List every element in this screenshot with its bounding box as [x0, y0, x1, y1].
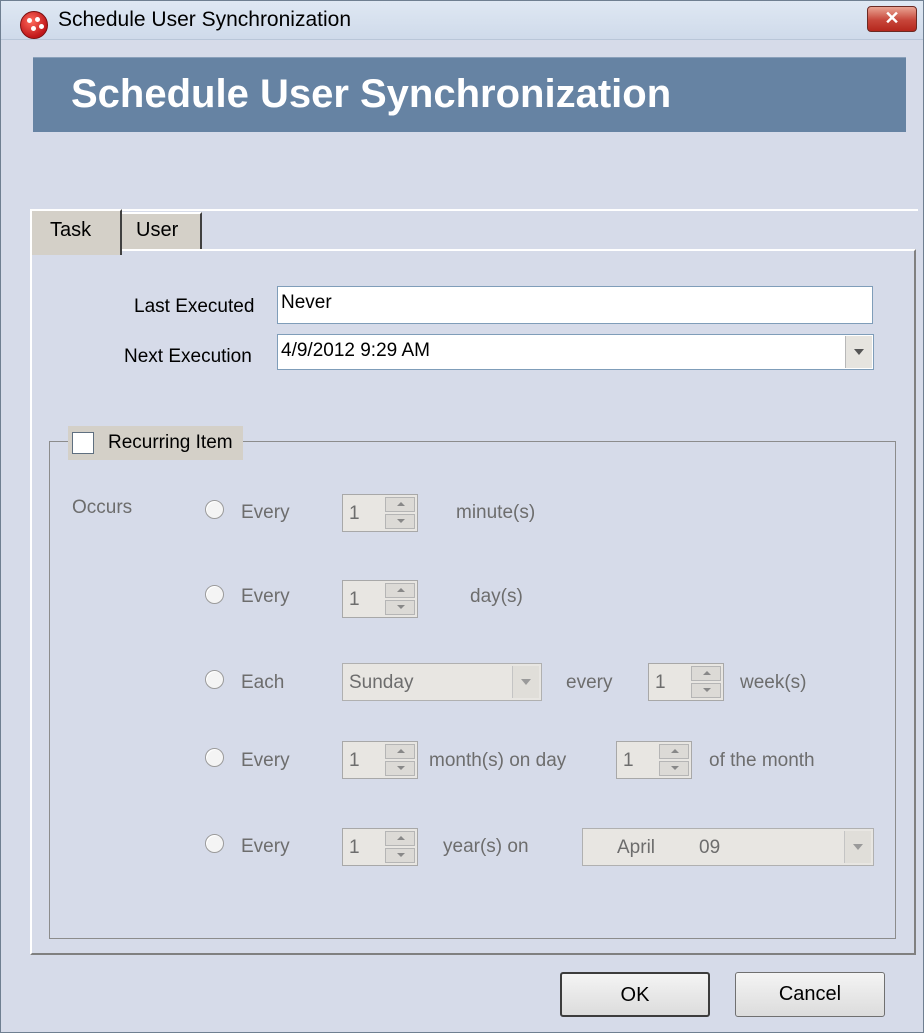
- radio-every-minutes[interactable]: [205, 500, 224, 519]
- cancel-button[interactable]: Cancel: [735, 972, 885, 1017]
- weeks-value: 1: [655, 672, 666, 693]
- stepper-down-icon[interactable]: [385, 514, 415, 529]
- row2-prefix: Every: [241, 586, 290, 607]
- last-executed-field[interactable]: Never: [277, 286, 873, 324]
- year-date-dropdown[interactable]: April 09: [582, 828, 874, 866]
- chevron-down-icon[interactable]: [844, 831, 871, 863]
- row5-prefix: Every: [241, 836, 290, 857]
- row3-middle: every: [566, 672, 613, 693]
- next-execution-value: 4/9/2012 9:29 AM: [281, 340, 430, 361]
- tab-task-label: Task: [50, 219, 92, 241]
- weekday-dropdown[interactable]: Sunday: [342, 663, 542, 701]
- row1-prefix: Every: [241, 502, 290, 523]
- radio-every-month[interactable]: [205, 748, 224, 767]
- row2-unit: day(s): [470, 586, 523, 607]
- month-day-value: 1: [623, 750, 634, 771]
- stepper-up-icon[interactable]: [385, 583, 415, 598]
- years-stepper[interactable]: 1: [342, 828, 418, 866]
- chevron-down-icon[interactable]: [512, 666, 539, 698]
- tab-strip-line: [30, 209, 918, 211]
- stepper-up-icon[interactable]: [385, 744, 415, 759]
- close-icon[interactable]: ✕: [867, 6, 917, 32]
- days-stepper[interactable]: 1: [342, 580, 418, 618]
- row4-prefix: Every: [241, 750, 290, 771]
- banner-title: Schedule User Synchronization: [71, 72, 672, 116]
- years-value: 1: [349, 837, 360, 858]
- header-banner: Schedule User Synchronization: [33, 57, 906, 132]
- stepper-up-icon[interactable]: [385, 831, 415, 846]
- stepper-down-icon[interactable]: [659, 761, 689, 776]
- tab-user[interactable]: User: [122, 212, 202, 250]
- month-day-stepper[interactable]: 1: [616, 741, 692, 779]
- tab-task[interactable]: Task: [30, 209, 122, 255]
- next-execution-dropdown[interactable]: 4/9/2012 9:29 AM: [277, 334, 874, 370]
- app-logo-icon: [20, 11, 48, 39]
- stepper-up-icon[interactable]: [385, 497, 415, 512]
- recurring-item-toggle[interactable]: Recurring Item: [68, 426, 243, 460]
- chevron-down-icon[interactable]: [845, 336, 872, 368]
- radio-every-days[interactable]: [205, 585, 224, 604]
- window-title: Schedule User Synchronization: [58, 8, 351, 31]
- minutes-stepper[interactable]: 1: [342, 494, 418, 532]
- minutes-value: 1: [349, 503, 360, 524]
- stepper-up-icon[interactable]: [659, 744, 689, 759]
- row1-unit: minute(s): [456, 502, 536, 523]
- days-value: 1: [349, 589, 360, 610]
- row4-middle: month(s) on day: [429, 750, 567, 771]
- year-day-value: 09: [699, 837, 721, 858]
- title-bar[interactable]: Schedule User Synchronization ✕: [1, 1, 923, 40]
- stepper-down-icon[interactable]: [385, 761, 415, 776]
- stepper-down-icon[interactable]: [691, 683, 721, 698]
- row5-middle: year(s) on: [443, 836, 529, 857]
- radio-every-year[interactable]: [205, 834, 224, 853]
- months-stepper[interactable]: 1: [342, 741, 418, 779]
- stepper-down-icon[interactable]: [385, 600, 415, 615]
- last-executed-label: Last Executed: [134, 296, 255, 317]
- weeks-stepper[interactable]: 1: [648, 663, 724, 701]
- weekday-value: Sunday: [349, 672, 414, 693]
- row3-unit: week(s): [740, 672, 807, 693]
- year-month-value: April: [617, 837, 656, 858]
- recurring-item-checkbox[interactable]: [72, 432, 94, 454]
- occurs-label: Occurs: [72, 497, 133, 518]
- stepper-down-icon[interactable]: [385, 848, 415, 863]
- ok-button[interactable]: OK: [560, 972, 710, 1017]
- next-execution-label: Next Execution: [124, 346, 252, 367]
- tab-user-label: User: [136, 219, 179, 241]
- recurring-item-label: Recurring Item: [108, 432, 233, 453]
- radio-each-week[interactable]: [205, 670, 224, 689]
- row3-prefix: Each: [241, 672, 285, 693]
- stepper-up-icon[interactable]: [691, 666, 721, 681]
- row4-unit: of the month: [709, 750, 815, 771]
- months-value: 1: [349, 750, 360, 771]
